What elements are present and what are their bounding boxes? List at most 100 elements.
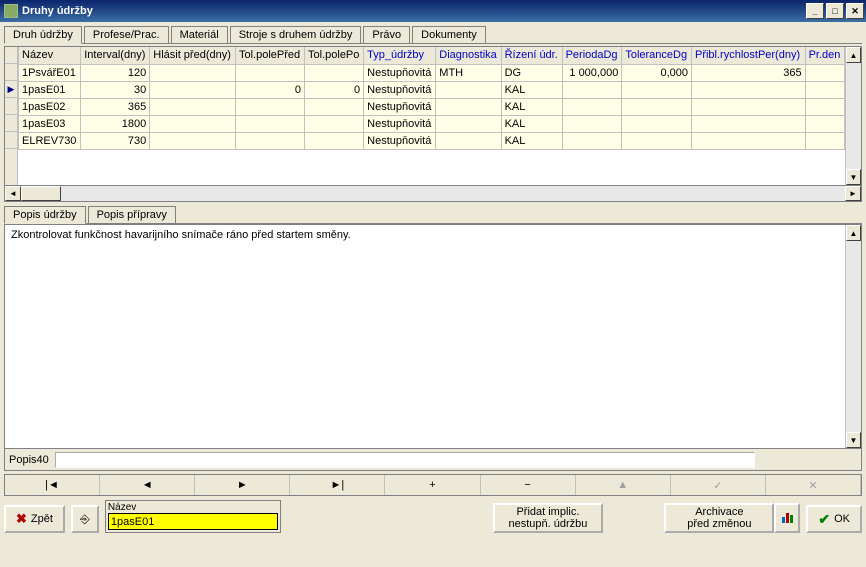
cell[interactable] xyxy=(805,115,844,132)
cell[interactable]: KAL xyxy=(501,132,562,149)
cell[interactable]: KAL xyxy=(501,98,562,115)
add-implicit-button[interactable]: Přidat implic. nestupň. údržbu xyxy=(493,503,603,533)
cell[interactable]: KAL xyxy=(501,81,562,98)
cell[interactable] xyxy=(622,115,692,132)
cell[interactable] xyxy=(305,132,364,149)
ok-button[interactable]: ✔ OK xyxy=(806,505,862,533)
cell[interactable] xyxy=(436,115,501,132)
cell[interactable] xyxy=(436,98,501,115)
tab-main-0[interactable]: Druh údržby xyxy=(4,26,82,44)
cell[interactable] xyxy=(805,98,844,115)
col-header[interactable]: ToleranceDg xyxy=(622,47,692,64)
cell[interactable] xyxy=(436,81,501,98)
scroll-up-button[interactable]: ▲ xyxy=(846,47,861,63)
col-header[interactable]: Interval(dny) xyxy=(81,47,150,64)
cell[interactable] xyxy=(622,81,692,98)
cell[interactable]: 30 xyxy=(81,81,150,98)
nav-add[interactable]: + xyxy=(385,475,480,495)
scroll-right-button[interactable]: ► xyxy=(845,186,861,201)
cell[interactable] xyxy=(562,98,622,115)
scroll-track[interactable] xyxy=(846,63,861,169)
scroll-down-button[interactable]: ▼ xyxy=(846,169,861,185)
description-vscroll[interactable]: ▲ ▼ xyxy=(845,225,861,448)
cell[interactable]: Nestupňovitá xyxy=(364,98,436,115)
col-header[interactable]: PeriodaDg xyxy=(562,47,622,64)
nav-edit[interactable]: ▲ xyxy=(576,475,671,495)
tab-main-2[interactable]: Materiál xyxy=(171,26,228,43)
cell[interactable]: 1800 xyxy=(81,115,150,132)
description-text[interactable]: Zkontrolovat funkčnost havarijního sníma… xyxy=(11,229,351,241)
col-header[interactable]: Diagnostika xyxy=(436,47,501,64)
cell[interactable] xyxy=(562,132,622,149)
scroll-left-button[interactable]: ◄ xyxy=(5,186,21,201)
cell[interactable] xyxy=(305,115,364,132)
cell[interactable]: 0 xyxy=(305,81,364,98)
close-button[interactable]: ✕ xyxy=(846,3,864,19)
desc-scroll-up[interactable]: ▲ xyxy=(846,225,861,241)
col-header[interactable]: Tol.polePo xyxy=(305,47,364,64)
chart-icon-button[interactable] xyxy=(774,503,800,533)
tab-main-5[interactable]: Dokumenty xyxy=(412,26,486,43)
cell[interactable] xyxy=(150,115,236,132)
col-header[interactable]: Tol.polePřed xyxy=(235,47,304,64)
hierarchy-button[interactable]: ⎆ xyxy=(71,505,99,533)
cell[interactable] xyxy=(150,98,236,115)
cell[interactable]: 120 xyxy=(81,64,150,81)
cell[interactable]: 1 000,000 xyxy=(562,64,622,81)
nav-last[interactable]: ►| xyxy=(290,475,385,495)
grid-hscroll[interactable]: ◄ ► xyxy=(4,186,862,202)
col-header[interactable]: Přibl.rychlostPer(dny) xyxy=(691,47,805,64)
cell[interactable]: KAL xyxy=(501,115,562,132)
cell[interactable] xyxy=(562,115,622,132)
cell[interactable]: 1PsvářE01 xyxy=(19,64,81,81)
cell[interactable]: 1pasE03 xyxy=(19,115,81,132)
name-input[interactable] xyxy=(108,513,278,530)
cell[interactable] xyxy=(305,64,364,81)
cell[interactable]: DG xyxy=(501,64,562,81)
cell[interactable] xyxy=(235,64,304,81)
nav-first[interactable]: |◄ xyxy=(5,475,100,495)
nav-next[interactable]: ► xyxy=(195,475,290,495)
cell[interactable] xyxy=(150,132,236,149)
cell[interactable]: 365 xyxy=(691,64,805,81)
cell[interactable] xyxy=(805,64,844,81)
col-header[interactable]: Název xyxy=(19,47,81,64)
cell[interactable]: Nestupňovitá xyxy=(364,115,436,132)
grid-vscroll[interactable]: ▲ ▼ xyxy=(845,47,861,185)
tab-main-4[interactable]: Právo xyxy=(363,26,410,43)
tab-desc-1[interactable]: Popis přípravy xyxy=(88,206,176,223)
maximize-button[interactable]: □ xyxy=(826,3,844,19)
col-header[interactable]: Řízení údr. xyxy=(501,47,562,64)
maintenance-grid[interactable]: ▶ NázevInterval(dny)Hlásit před(dny)Tol.… xyxy=(4,46,862,186)
tab-main-3[interactable]: Stroje s druhem údržby xyxy=(230,26,362,43)
cell[interactable]: 1pasE02 xyxy=(19,98,81,115)
tab-main-1[interactable]: Profese/Prac. xyxy=(84,26,169,43)
cell[interactable] xyxy=(562,81,622,98)
cell[interactable] xyxy=(691,132,805,149)
cell[interactable] xyxy=(150,81,236,98)
cell[interactable] xyxy=(436,132,501,149)
cell[interactable] xyxy=(805,81,844,98)
col-header[interactable]: Typ_údržby xyxy=(364,47,436,64)
cell[interactable] xyxy=(622,132,692,149)
cell[interactable]: 0,000 xyxy=(622,64,692,81)
cell[interactable]: ELREV730 xyxy=(19,132,81,149)
nav-post[interactable]: ✓ xyxy=(671,475,766,495)
hscroll-track[interactable] xyxy=(21,186,845,201)
nav-cancel[interactable]: ✕ xyxy=(766,475,861,495)
archive-button[interactable]: Archivace před změnou xyxy=(664,503,774,533)
desc-scroll-down[interactable]: ▼ xyxy=(846,432,861,448)
cell[interactable]: 1pasE01 xyxy=(19,81,81,98)
cell[interactable]: 365 xyxy=(81,98,150,115)
cell[interactable] xyxy=(150,64,236,81)
cell[interactable]: Nestupňovitá xyxy=(364,81,436,98)
minimize-button[interactable]: _ xyxy=(806,3,824,19)
tab-desc-0[interactable]: Popis údržby xyxy=(4,206,86,224)
cell[interactable] xyxy=(691,115,805,132)
cell[interactable] xyxy=(235,98,304,115)
cell[interactable]: Nestupňovitá xyxy=(364,64,436,81)
cell[interactable] xyxy=(235,115,304,132)
cell[interactable] xyxy=(305,98,364,115)
hscroll-thumb[interactable] xyxy=(21,186,61,201)
nav-delete[interactable]: − xyxy=(481,475,576,495)
